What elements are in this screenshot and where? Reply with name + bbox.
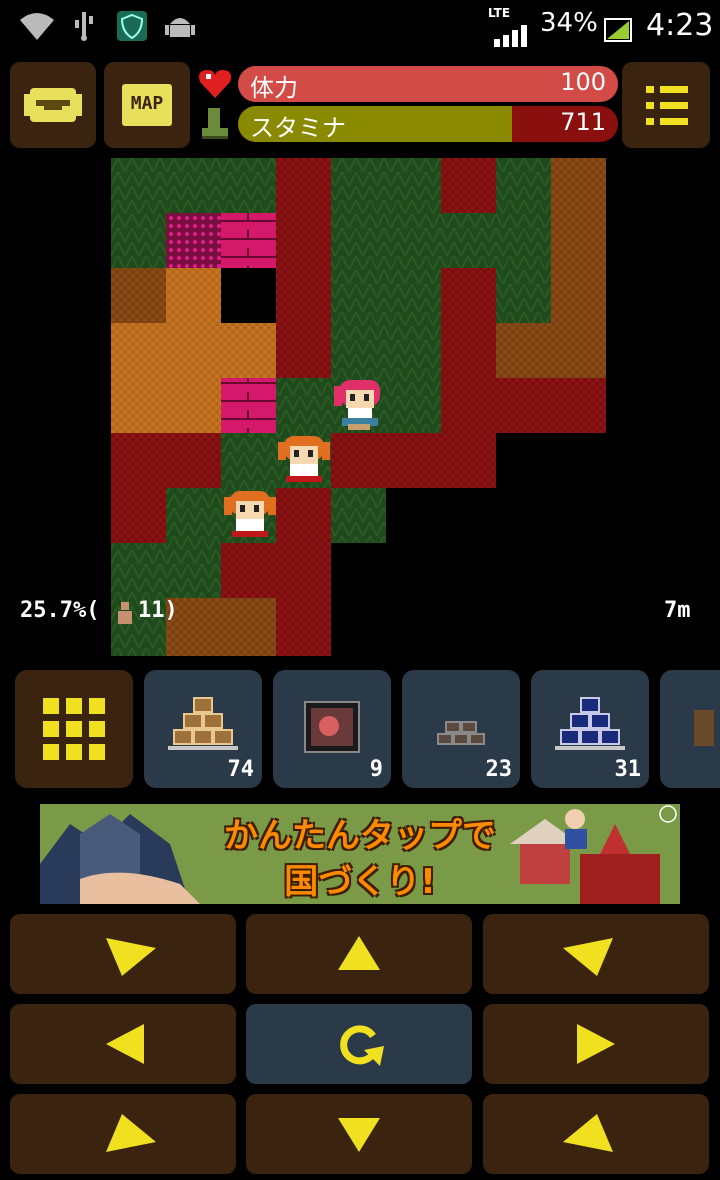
menu-icon [646,86,688,125]
ad-subheadline: 国づくり! [284,862,436,902]
slot-count: 9 [369,757,383,782]
inventory-slot-gray-blocks[interactable]: 23 [402,670,520,788]
person-icon [118,602,132,624]
status-bar: LTE 34% 4:23 [0,0,720,52]
move-down-left-button[interactable] [483,914,709,994]
ad-headline: かんたんタップで [224,816,496,856]
slot-count: 74 [227,757,255,782]
boot-icon [202,108,228,139]
ad-banner[interactable]: かんたんタップで 国づくり! [40,804,680,904]
move-up-button[interactable] [246,914,472,994]
hp-label: 体力 [250,74,298,102]
inventory-slot-brown-blocks[interactable]: 74 [144,670,262,788]
partial-item-icon [694,710,714,746]
inventory-slot-item-box[interactable]: 9 [273,670,391,788]
inventory-slot-blue-blocks[interactable]: 31 [531,670,649,788]
slot-count: 23 [485,757,513,782]
heart-icon [199,70,231,98]
rotate-icon [340,1025,384,1066]
hp-value: 100 [560,68,606,96]
block-grid-button[interactable] [15,670,133,788]
down-arrow-icon [338,1118,380,1152]
android-icon [165,18,195,37]
move-up-left-button[interactable] [483,1094,709,1174]
up-arrow-icon [338,936,380,970]
rotate-button[interactable] [246,1004,472,1084]
depth-meter: 7m [664,598,691,623]
signal-icon [494,25,527,47]
shield-icon [117,11,147,41]
stamina-bar: スタミナ 711 [238,106,618,142]
map-icon: MAP [122,84,172,126]
down-right-arrow-icon [106,938,156,976]
battery-icon [604,18,632,42]
battery-percent: 34% [540,8,598,38]
move-down-button[interactable] [246,1094,472,1174]
progress-percent: 25.7%( [20,598,100,623]
grid-icon [43,698,105,760]
slot-count: 31 [614,757,642,782]
bag-button[interactable] [10,62,96,148]
down-left-arrow-icon [563,938,613,976]
stamina-label: スタミナ [250,114,346,142]
game-view[interactable]: 25.7%( 11) 7m [0,158,720,656]
inventory-slot-partial[interactable] [660,670,720,788]
wifi-icon [20,13,54,40]
move-down-right-button[interactable] [10,914,236,994]
map-button[interactable]: MAP [104,62,190,148]
network-type: LTE [488,6,511,20]
usb-icon [75,12,93,41]
menu-button[interactable] [622,62,710,148]
left-arrow-icon [106,1024,144,1064]
map-label: MAP [130,93,164,114]
move-left-button[interactable] [10,1004,236,1084]
move-up-right-button[interactable] [10,1094,236,1174]
stamina-value: 711 [560,108,606,136]
map-grid[interactable] [0,158,720,656]
up-left-arrow-icon [563,1114,613,1152]
right-arrow-icon [577,1024,615,1064]
clock: 4:23 [646,8,714,43]
up-right-arrow-icon [106,1114,156,1152]
move-right-button[interactable] [483,1004,709,1084]
hp-bar: 体力 100 [238,66,618,102]
bag-icon [24,88,82,122]
character-count: 11) [138,598,178,623]
